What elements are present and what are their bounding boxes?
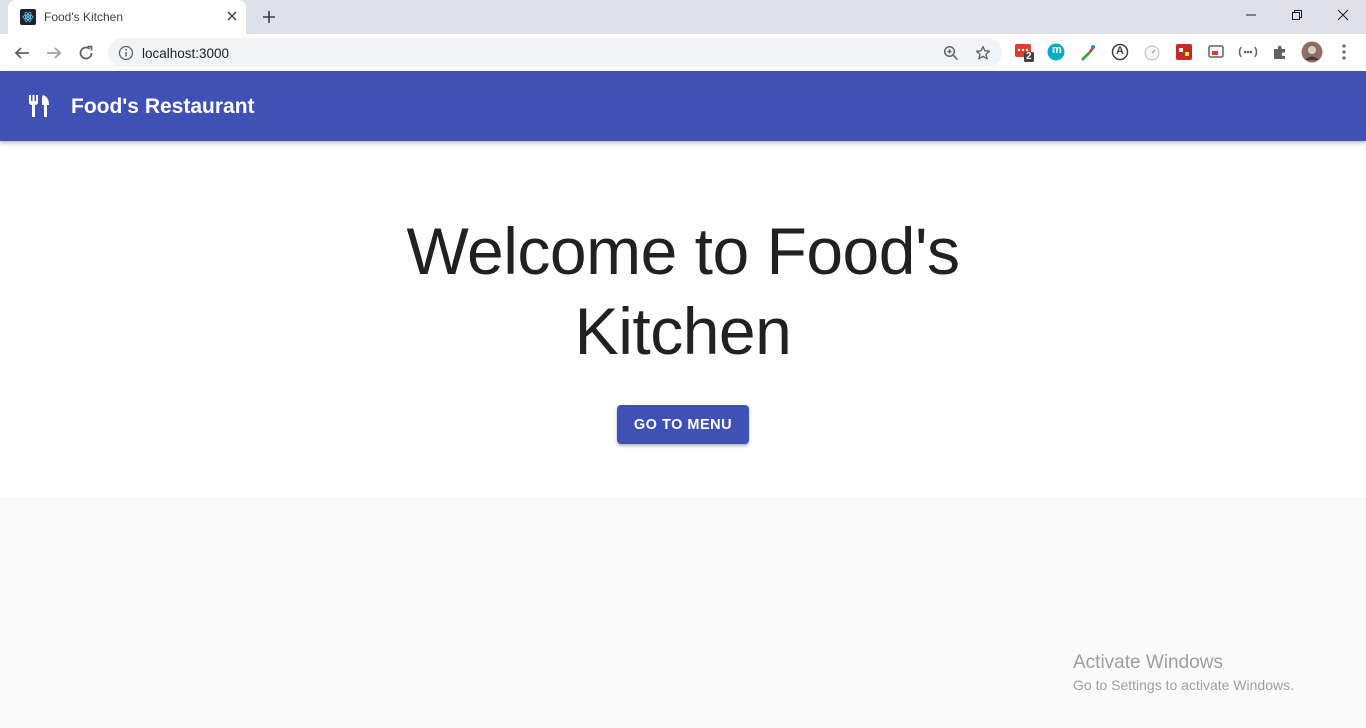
reload-icon[interactable] <box>73 40 99 66</box>
react-favicon-icon <box>20 9 36 25</box>
extension-wave-icon[interactable] <box>1238 42 1258 62</box>
activate-windows-title: Activate Windows <box>1073 652 1223 673</box>
plus-icon[interactable] <box>259 7 279 27</box>
app-bar: Food's Restaurant <box>0 71 1366 141</box>
back-icon[interactable] <box>9 40 35 66</box>
minimize-icon[interactable] <box>1228 0 1274 30</box>
extension-timer-icon[interactable] <box>1142 42 1162 62</box>
go-to-menu-button[interactable]: GO TO MENU <box>617 405 749 444</box>
extension-puzzle-red-icon[interactable] <box>1174 42 1194 62</box>
close-icon[interactable] <box>224 8 240 24</box>
url-text[interactable]: localhost:3000 <box>142 46 229 61</box>
profile-avatar[interactable] <box>1301 41 1323 63</box>
app-title[interactable]: Food's Restaurant <box>71 95 255 119</box>
menu-dots-icon[interactable] <box>1334 42 1354 62</box>
activate-windows-subtitle: Go to Settings to activate Windows. <box>1073 677 1294 693</box>
extension-a-icon[interactable]: A <box>1110 42 1130 62</box>
zoom-icon[interactable] <box>942 44 960 62</box>
restaurant-icon <box>27 94 53 118</box>
restore-icon[interactable] <box>1274 0 1320 30</box>
forward-icon[interactable] <box>41 40 67 66</box>
info-icon[interactable] <box>118 45 134 61</box>
window-close-icon[interactable] <box>1320 0 1366 30</box>
hero-section: Welcome to Food's Kitchen GO TO MENU <box>0 141 1366 497</box>
extensions-puzzle-icon[interactable] <box>1270 42 1290 62</box>
browser-toolbar: localhost:3000 2 m A <box>0 34 1366 71</box>
extension-cast-icon[interactable] <box>1206 42 1226 62</box>
extension-color-picker-icon[interactable] <box>1078 42 1098 62</box>
browser-tab[interactable]: Food's Kitchen <box>8 0 246 34</box>
star-icon[interactable] <box>974 44 992 62</box>
extension-m-icon[interactable]: m <box>1046 42 1066 62</box>
tab-title: Food's Kitchen <box>44 10 124 24</box>
browser-tabstrip: Food's Kitchen <box>0 0 1366 34</box>
extension-badge: 2 <box>1026 51 1032 62</box>
extension-a-letter: A <box>1116 45 1124 57</box>
extension-meetup-icon[interactable]: 2 <box>1014 42 1034 62</box>
address-bar[interactable]: localhost:3000 <box>108 38 1002 67</box>
extension-m-letter: m <box>1052 44 1062 56</box>
welcome-heading: Welcome to Food's Kitchen <box>406 214 960 368</box>
